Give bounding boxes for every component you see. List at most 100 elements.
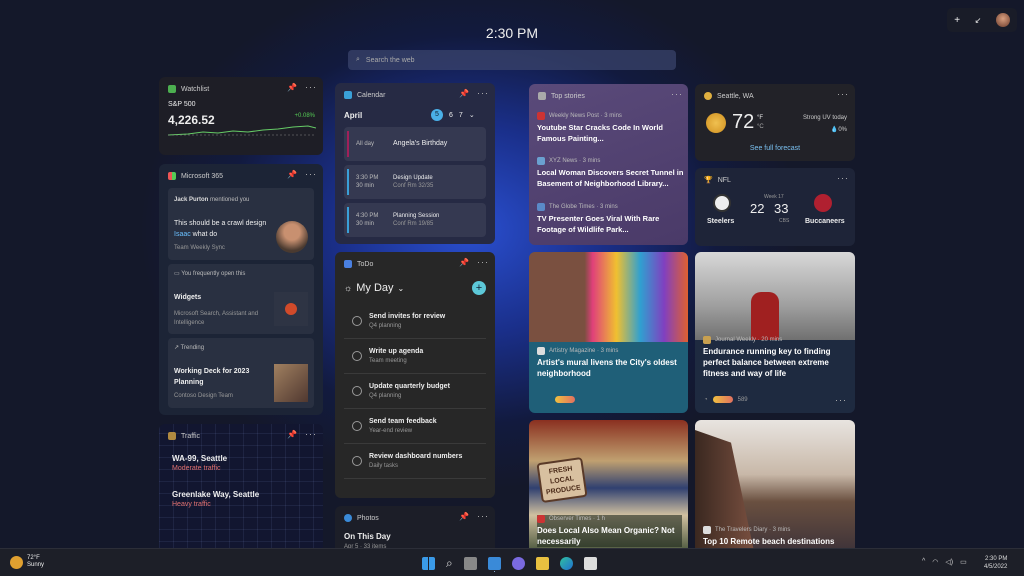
- mural-image: [529, 252, 688, 342]
- pin-icon[interactable]: 📌: [459, 258, 469, 267]
- task-checkbox[interactable]: [352, 316, 362, 326]
- unit-fahrenheit[interactable]: °F: [757, 114, 764, 123]
- task-list: Team meeting: [369, 358, 407, 364]
- taskbar-condition: Sunny: [27, 562, 45, 568]
- search-bar[interactable]: ⌕ Search the web: [348, 50, 676, 70]
- pin-icon[interactable]: 📌: [459, 89, 469, 98]
- trending-card[interactable]: ↗ Trending Working Deck for 2023 Plannin…: [168, 338, 314, 408]
- story-title: Artist's mural livens the City's oldest …: [537, 358, 677, 378]
- add-task-button[interactable]: +: [472, 281, 486, 295]
- traffic-icon: [168, 432, 176, 440]
- task-item[interactable]: Write up agenda Team meeting: [344, 341, 486, 374]
- more-icon[interactable]: ···: [477, 88, 489, 98]
- source-logo: [537, 203, 545, 211]
- mention-text: This should be a crawl design: [174, 220, 267, 227]
- calendar-event[interactable]: 3:30 PM 30 min Design Update Conf Rm 32/35: [344, 165, 486, 199]
- task-list: Year-end review: [369, 428, 413, 434]
- folder-icon: ▭: [174, 271, 180, 277]
- store-icon[interactable]: [583, 557, 597, 570]
- more-icon[interactable]: ···: [835, 395, 847, 405]
- add-widget-button[interactable]: +: [954, 15, 960, 26]
- pin-icon[interactable]: 📌: [287, 83, 297, 92]
- chevron-down-icon[interactable]: ⌄: [398, 284, 405, 293]
- taskbar-date: 4/5/2022: [984, 564, 1008, 570]
- reactions-icon[interactable]: [712, 396, 733, 403]
- calendar-event[interactable]: 4:30 PM 30 min Planning Session Conf Rm 19/…: [344, 203, 486, 237]
- avatar[interactable]: [995, 13, 1010, 27]
- task-item[interactable]: Update quarterly budget Q4 planning: [344, 376, 486, 409]
- unit-celsius[interactable]: °C: [757, 123, 764, 132]
- mention-highlight[interactable]: Isaac: [174, 231, 191, 238]
- taskbar-temp: 72°F: [27, 555, 40, 561]
- task-item[interactable]: Send team feedback Year-end review: [344, 411, 486, 444]
- more-icon[interactable]: ···: [305, 82, 317, 92]
- more-icon[interactable]: ···: [671, 89, 683, 99]
- reactions-icon[interactable]: [555, 396, 575, 403]
- task-item[interactable]: Review dashboard numbers Daily tasks: [344, 446, 486, 479]
- story-item[interactable]: XYZ News · 3 mins Local Woman Discovers S…: [537, 157, 685, 189]
- collapse-icon[interactable]: ↙: [975, 16, 982, 25]
- more-icon[interactable]: ···: [305, 169, 317, 179]
- news-card-endurance[interactable]: Journal Weekly · 20 mins Endurance runnin…: [695, 252, 855, 413]
- more-icon[interactable]: ···: [305, 429, 317, 439]
- list-name[interactable]: My Day: [356, 282, 393, 294]
- battery-icon[interactable]: ▭: [960, 558, 967, 566]
- news-card-mural[interactable]: Artistry Magazine · 3 mins Artist's mural…: [529, 252, 688, 413]
- day-7[interactable]: 7: [459, 112, 463, 119]
- task-name: Send team feedback: [369, 418, 437, 425]
- stock-icon: [168, 85, 176, 93]
- more-icon[interactable]: ···: [837, 89, 849, 99]
- search-input[interactable]: Search the web: [366, 57, 415, 64]
- volume-icon[interactable]: ◁): [945, 558, 953, 566]
- windows-start-icon[interactable]: [422, 557, 435, 570]
- chevron-up-icon[interactable]: ^: [922, 558, 925, 566]
- taskbar-weather[interactable]: 72°F Sunny: [10, 555, 44, 569]
- more-icon[interactable]: ···: [477, 511, 489, 521]
- wifi-icon[interactable]: ◠: [932, 558, 938, 566]
- traffic-route[interactable]: WA-99, Seattle Moderate traffic: [172, 454, 227, 472]
- nfl-widget: 🏆 NFL ··· Steelers Week 17 22 33 CBS Bucc…: [695, 168, 855, 246]
- widget-title: Top stories: [551, 92, 585, 100]
- task-checkbox[interactable]: [352, 351, 362, 361]
- trophy-icon: 🏆: [704, 177, 713, 184]
- story-item[interactable]: The Globe Times · 3 mins TV Presenter Goe…: [537, 203, 682, 235]
- story-source: Artistry Magazine · 3 mins: [549, 348, 619, 354]
- frequent-file-card[interactable]: ▭ You frequently open this Widgets Micro…: [168, 264, 314, 334]
- widgets-icon[interactable]: [487, 557, 501, 570]
- news-card-beach[interactable]: The Travelers Diary · 3 mins Top 10 Remot…: [695, 420, 855, 556]
- task-checkbox[interactable]: [352, 456, 362, 466]
- calendar-month: April: [344, 111, 363, 120]
- story-title: Youtube Star Cracks Code In World Famous…: [537, 123, 663, 143]
- file-explorer-icon[interactable]: [535, 557, 549, 570]
- day-5[interactable]: 5: [431, 109, 443, 121]
- pin-icon[interactable]: 📌: [459, 512, 469, 521]
- task-item[interactable]: Send invites for review Q4 planning: [344, 306, 486, 339]
- teams-chat-icon[interactable]: [511, 557, 525, 570]
- widget-title: Calendar: [357, 91, 386, 99]
- search-icon[interactable]: ⌕: [446, 556, 453, 571]
- frequent-desc: Microsoft Search, Assistant and Intellig…: [174, 311, 259, 326]
- mention-card[interactable]: Jack Purton mentioned you This should be…: [168, 188, 314, 260]
- calendar-icon: [344, 91, 352, 99]
- pin-icon[interactable]: 📌: [287, 170, 297, 179]
- save-icon[interactable]: ◔: [704, 397, 708, 403]
- story-item[interactable]: Weekly News Post · 3 mins Youtube Star Cr…: [537, 112, 682, 144]
- more-icon[interactable]: ···: [837, 173, 849, 183]
- story-source: Journal Weekly · 20 mins: [715, 337, 783, 343]
- event-time: 3:30 PM: [356, 175, 379, 181]
- forecast-link[interactable]: See full forecast: [695, 145, 855, 152]
- more-icon[interactable]: ···: [477, 257, 489, 267]
- edge-icon[interactable]: [559, 557, 573, 570]
- task-view-icon[interactable]: [463, 557, 477, 570]
- task-checkbox[interactable]: [352, 386, 362, 396]
- traffic-route[interactable]: Greenlake Way, Seattle Heavy traffic: [172, 490, 259, 508]
- microsoft-365-widget: Microsoft 365 📌 ··· Jack Purton mentioned…: [159, 164, 323, 415]
- calendar-event[interactable]: All day Angela's Birthday: [344, 127, 486, 161]
- news-card-produce[interactable]: FRESH LOCAL PRODUCE Observer Times · 1 h…: [529, 420, 688, 556]
- chevron-down-icon[interactable]: ⌄: [469, 111, 475, 119]
- pin-icon[interactable]: 📌: [287, 430, 297, 439]
- day-6[interactable]: 6: [449, 112, 453, 119]
- task-checkbox[interactable]: [352, 421, 362, 431]
- taskbar-clock[interactable]: 2:30 PM 4/5/2022: [984, 555, 1007, 571]
- weather-temp: 72: [732, 111, 755, 133]
